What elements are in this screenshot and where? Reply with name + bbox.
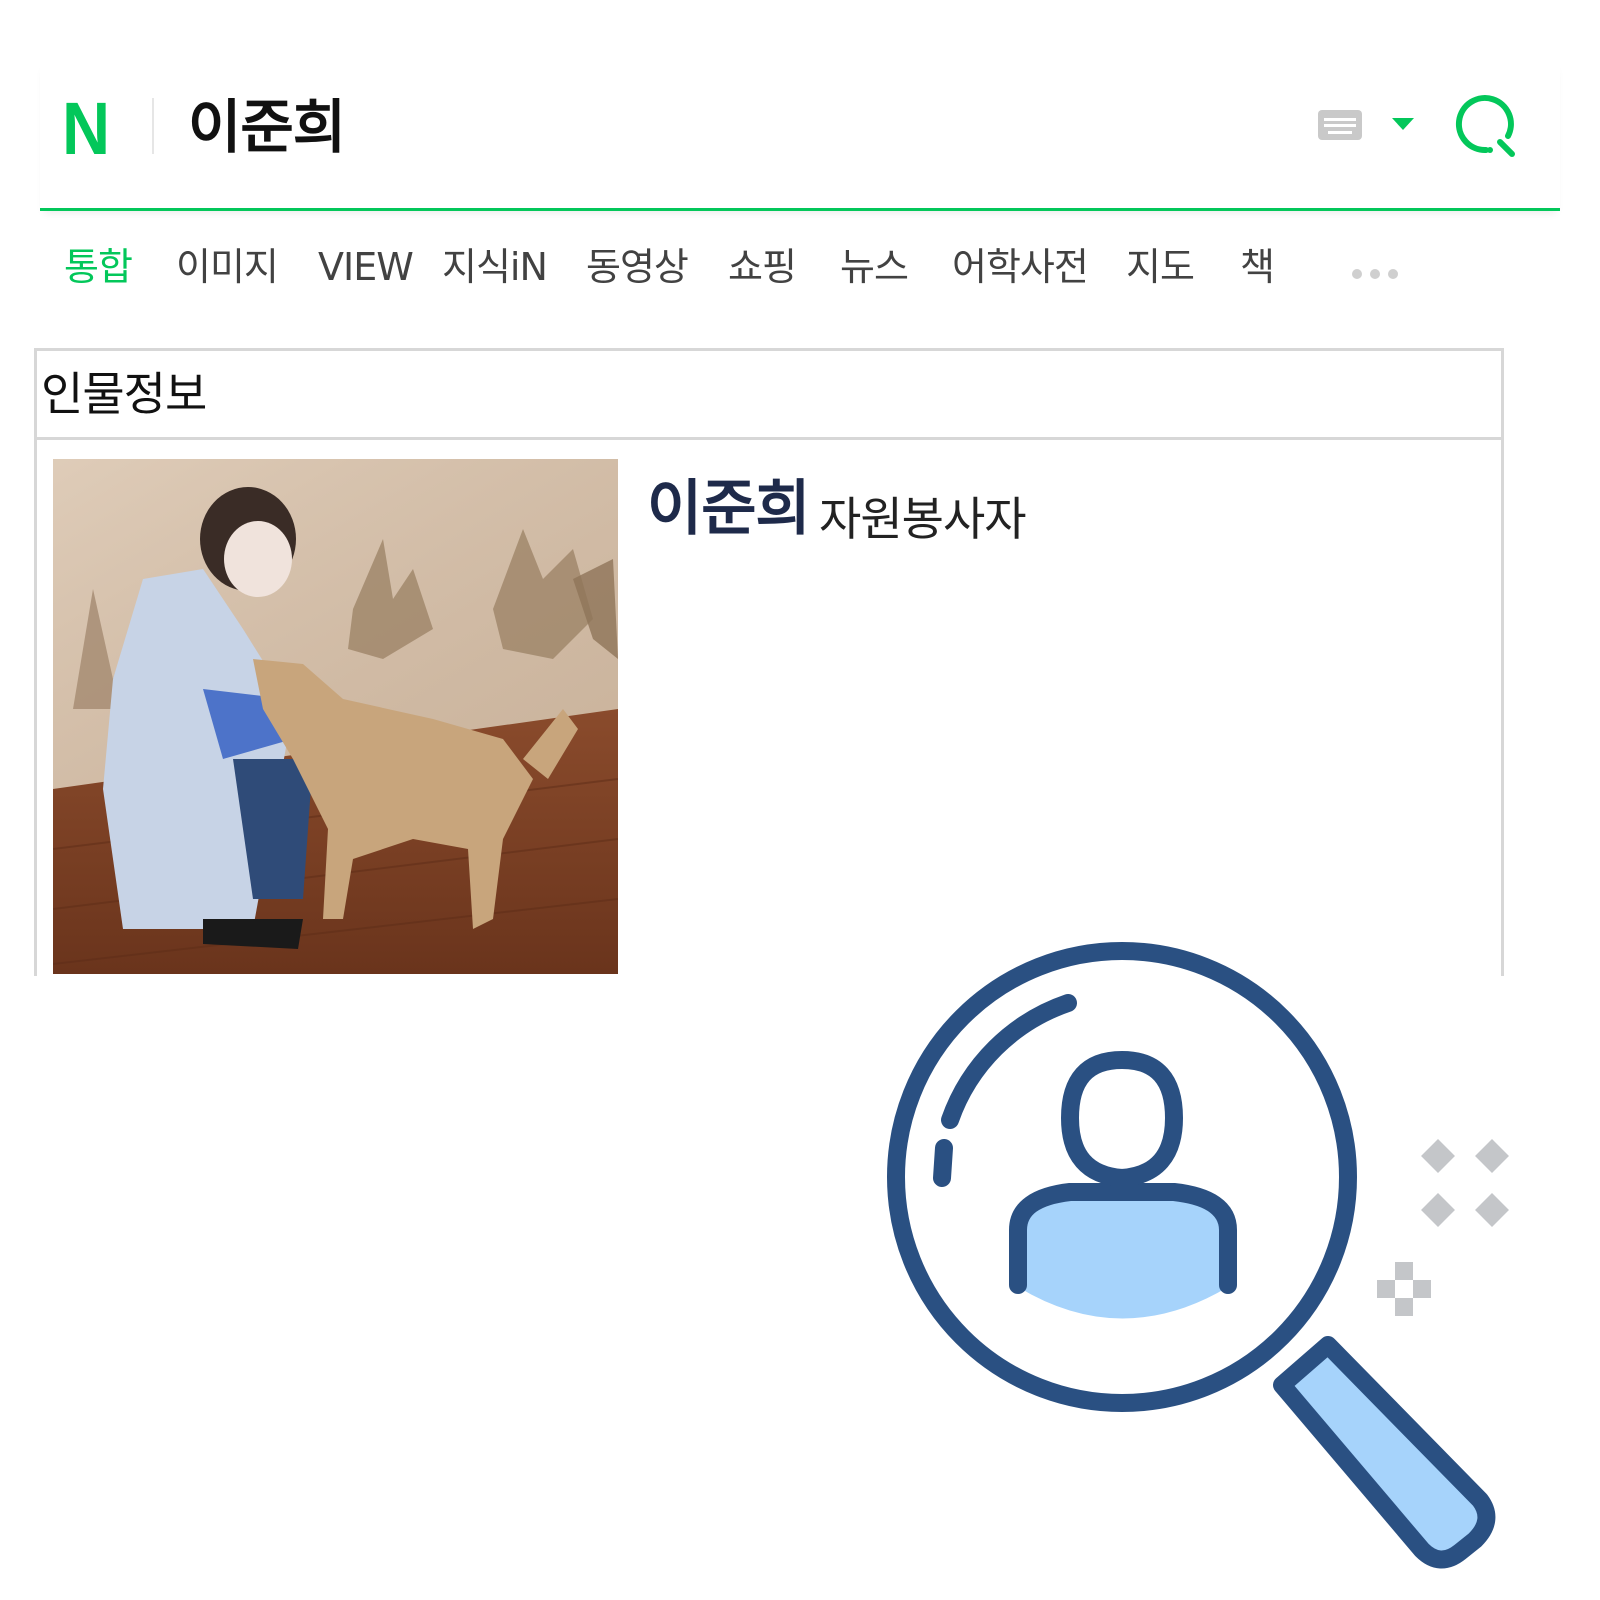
search-tab-bar: 통합 이미지 VIEW 지식iN 동영상 쇼핑 뉴스 어학사전 지도 책: [40, 236, 1560, 306]
tab-view[interactable]: VIEW: [318, 236, 414, 298]
search-icon[interactable]: [1452, 90, 1522, 160]
person-role: 자원봉사자: [819, 492, 1027, 546]
tab-knowledge-in[interactable]: 지식iN: [442, 236, 548, 298]
tab-books[interactable]: 책: [1240, 236, 1275, 298]
person-search-magnifier-icon: [887, 942, 1509, 1569]
more-dots-icon[interactable]: [1352, 264, 1408, 279]
keyboard-icon[interactable]: [1318, 110, 1362, 140]
tab-map[interactable]: 지도: [1126, 236, 1195, 298]
search-input[interactable]: 이준희: [188, 90, 346, 164]
naver-logo[interactable]: N: [62, 92, 110, 166]
section-title: 인물정보: [41, 367, 207, 421]
person-photo[interactable]: [53, 459, 618, 974]
tab-videos[interactable]: 동영상: [586, 236, 689, 298]
caret-down-icon[interactable]: [1392, 118, 1414, 130]
tab-dictionary[interactable]: 어학사전: [952, 236, 1089, 298]
person-name[interactable]: 이준희: [647, 471, 811, 547]
panel-header: 인물정보: [37, 351, 1501, 440]
person-info-panel: 인물정보 이준희 자원봉사자: [34, 348, 1504, 988]
tab-integrated[interactable]: 통합: [64, 236, 133, 298]
logo-divider: [152, 98, 154, 154]
tab-images[interactable]: 이미지: [176, 236, 279, 298]
tab-shopping[interactable]: 쇼핑: [728, 236, 797, 298]
tab-news[interactable]: 뉴스: [840, 236, 909, 298]
search-header: N 이준희: [40, 60, 1560, 211]
